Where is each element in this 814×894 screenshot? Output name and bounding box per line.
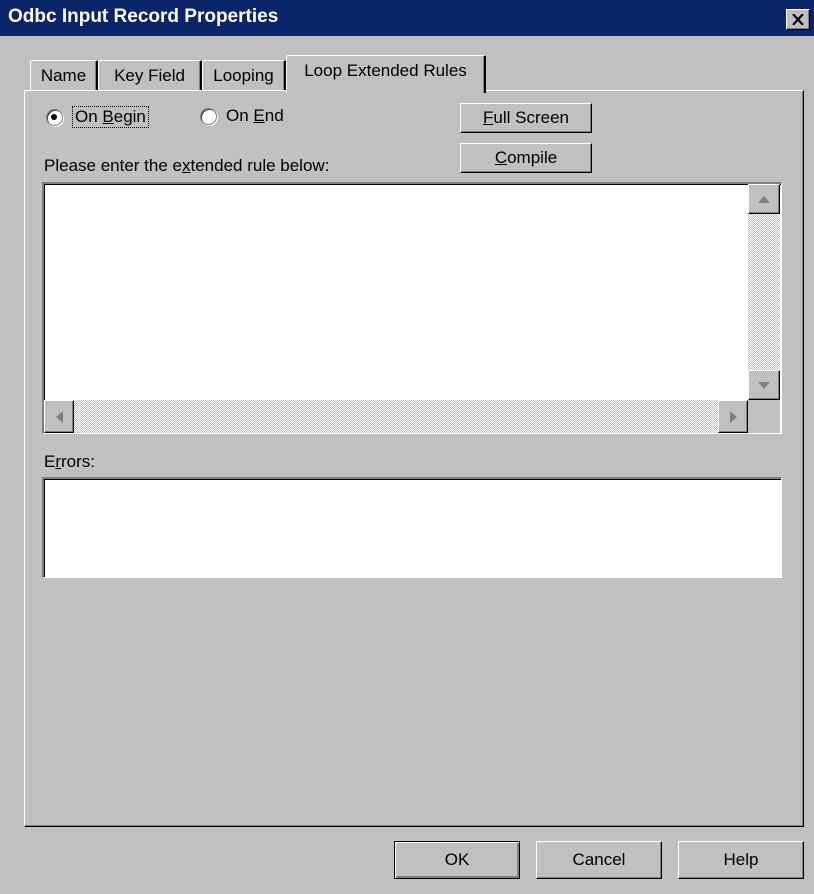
- compile-button[interactable]: Compile: [460, 143, 592, 173]
- vertical-scrollbar[interactable]: [748, 184, 780, 400]
- rule-editor-label: Please enter the extended rule below:: [44, 156, 330, 175]
- errors-textarea[interactable]: [42, 477, 782, 578]
- full-screen-button[interactable]: Full Screen: [460, 103, 592, 133]
- rule-editor-textarea[interactable]: [42, 182, 782, 434]
- help-label: Help: [723, 850, 759, 869]
- cancel-label: Cancel: [572, 850, 626, 869]
- ok-label: OK: [444, 850, 470, 869]
- radio-unselected-icon: [200, 107, 217, 125]
- compile-label: Compile: [494, 148, 558, 167]
- scrollbar-corner: [748, 400, 780, 433]
- on-end-label: On End: [226, 106, 284, 125]
- tab-key-field[interactable]: Key Field: [98, 60, 202, 90]
- close-button[interactable]: [786, 9, 810, 30]
- arrow-down-icon: [758, 381, 770, 389]
- on-begin-label: On Begin: [72, 106, 149, 128]
- radio-selected-icon: [46, 108, 63, 126]
- window-title: Odbc Input Record Properties: [8, 6, 279, 27]
- tab-loop-extended-rules-label: Loop Extended Rules: [304, 60, 467, 80]
- arrow-left-icon: [55, 410, 63, 423]
- tab-loop-extended-rules[interactable]: Loop Extended Rules: [286, 55, 486, 93]
- help-button[interactable]: Help: [678, 841, 804, 879]
- tab-looping[interactable]: Looping: [202, 60, 286, 90]
- arrow-up-icon: [758, 195, 770, 203]
- on-begin-radio[interactable]: On Begin: [46, 106, 149, 128]
- tab-name-label: Name: [40, 65, 87, 85]
- tab-key-field-label: Key Field: [114, 65, 185, 85]
- arrow-right-icon: [729, 410, 737, 423]
- tab-looping-label: Looping: [213, 65, 274, 85]
- cancel-button[interactable]: Cancel: [536, 841, 662, 879]
- tab-name[interactable]: Name: [30, 60, 98, 90]
- on-end-radio[interactable]: On End: [200, 106, 284, 126]
- scroll-down-button[interactable]: [748, 370, 780, 400]
- scroll-right-button[interactable]: [718, 400, 748, 433]
- ok-button[interactable]: OK: [394, 841, 520, 879]
- errors-label: Errors:: [44, 452, 96, 471]
- close-icon: [792, 14, 804, 25]
- horizontal-scrollbar[interactable]: [44, 400, 748, 433]
- scroll-up-button[interactable]: [748, 184, 780, 214]
- scroll-left-button[interactable]: [44, 400, 74, 433]
- full-screen-label: Full Screen: [483, 108, 569, 127]
